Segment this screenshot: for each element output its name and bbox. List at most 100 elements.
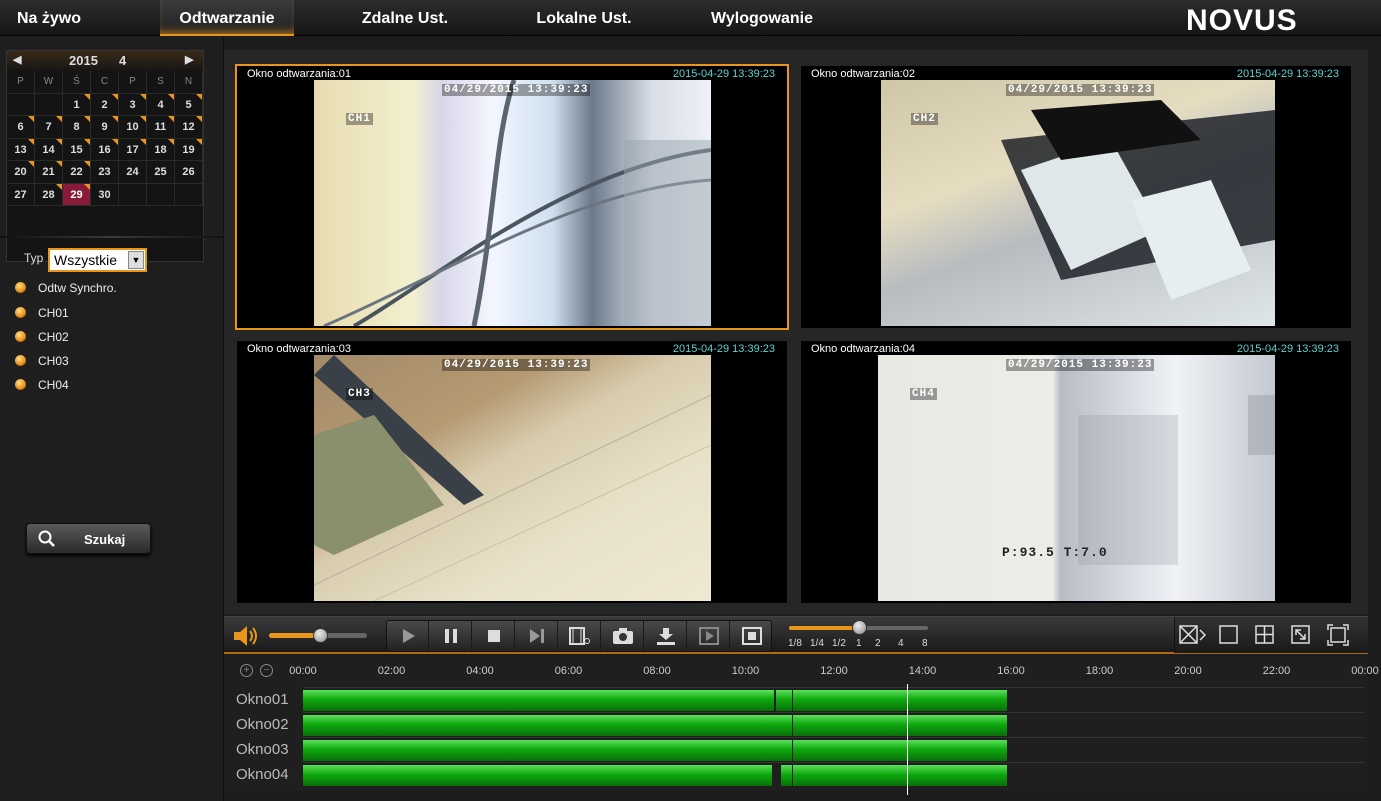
timeline-track[interactable] bbox=[303, 737, 1365, 762]
expand-icon[interactable] bbox=[1291, 625, 1311, 645]
playback-window-2[interactable]: Okno odtwarzania:02 2015-04-29 13:39:23 … bbox=[801, 66, 1351, 328]
calendar-day[interactable]: 25 bbox=[147, 161, 175, 184]
calendar-day[interactable]: 27 bbox=[7, 183, 35, 206]
timeline-track[interactable] bbox=[303, 762, 1365, 787]
recording-segment[interactable] bbox=[303, 690, 775, 711]
playback-window-3[interactable]: Okno odtwarzania:03 2015-04-29 13:39:23 … bbox=[237, 341, 787, 603]
calendar-day[interactable]: 1 bbox=[63, 93, 91, 116]
volume-icon[interactable] bbox=[233, 625, 259, 647]
play-button[interactable] bbox=[387, 621, 429, 651]
playback-window-4[interactable]: Okno odtwarzania:04 2015-04-29 13:39:23 … bbox=[801, 341, 1351, 603]
calendar-day[interactable]: 3 bbox=[119, 93, 147, 116]
calendar-day[interactable]: 15 bbox=[63, 138, 91, 161]
type-select-value: Wszystkie bbox=[54, 252, 117, 268]
play-frame-button[interactable] bbox=[688, 621, 730, 651]
speed-knob[interactable] bbox=[851, 620, 867, 635]
next-month-icon[interactable]: ▶ bbox=[185, 53, 193, 66]
camera-icon bbox=[612, 628, 633, 644]
calendar-day[interactable]: 6 bbox=[7, 116, 35, 139]
channel-label: CH03 bbox=[38, 354, 69, 368]
window-title: Okno odtwarzania:04 bbox=[811, 343, 915, 355]
single-view-icon[interactable] bbox=[1219, 625, 1239, 645]
speed-slider[interactable] bbox=[789, 620, 928, 635]
stop-all-button[interactable] bbox=[731, 621, 773, 651]
calendar-day[interactable]: 19 bbox=[175, 138, 203, 161]
search-icon bbox=[38, 530, 55, 547]
calendar-day[interactable]: 29 bbox=[63, 183, 91, 206]
zoom-out-icon[interactable]: − bbox=[260, 664, 273, 677]
channel-label: CH02 bbox=[38, 330, 69, 344]
calendar-day[interactable]: 17 bbox=[119, 138, 147, 161]
osd-channel: CH2 bbox=[911, 113, 938, 125]
prev-month-icon[interactable]: ◀ bbox=[13, 53, 21, 66]
pause-button[interactable] bbox=[430, 621, 472, 651]
recording-segment[interactable] bbox=[780, 765, 792, 786]
calendar-day[interactable]: 13 bbox=[7, 138, 35, 161]
nav-playback[interactable]: Odtwarzanie bbox=[160, 0, 294, 36]
timeline-cursor[interactable] bbox=[907, 684, 909, 795]
channel-ch01[interactable]: CH01 bbox=[15, 303, 69, 323]
calendar-day[interactable]: 4 bbox=[147, 93, 175, 116]
calendar-day[interactable]: 23 bbox=[91, 161, 119, 184]
volume-knob[interactable] bbox=[312, 628, 328, 643]
calendar-day[interactable]: 8 bbox=[63, 116, 91, 139]
nav-remote-settings[interactable]: Zdalne Ust. bbox=[345, 0, 465, 36]
download-button[interactable] bbox=[645, 621, 687, 651]
channel-ch02[interactable]: CH02 bbox=[15, 327, 69, 347]
stop-icon bbox=[487, 630, 500, 642]
recording-segment[interactable] bbox=[793, 765, 1007, 786]
recording-segment[interactable] bbox=[793, 690, 1007, 711]
calendar-day[interactable]: 28 bbox=[35, 183, 63, 206]
recording-segment[interactable] bbox=[303, 740, 792, 761]
calendar-day[interactable]: 18 bbox=[147, 138, 175, 161]
calendar-day[interactable]: 30 bbox=[91, 183, 119, 206]
nav-logout[interactable]: Wylogowanie bbox=[698, 0, 826, 36]
nav-live[interactable]: Na żywo bbox=[0, 0, 98, 36]
type-select[interactable]: Wszystkie ▼ bbox=[48, 248, 147, 272]
zoom-in-icon[interactable]: + bbox=[240, 664, 253, 677]
clip-button[interactable] bbox=[559, 621, 601, 651]
calendar-day[interactable]: 5 bbox=[175, 93, 203, 116]
calendar-day[interactable]: 10 bbox=[119, 116, 147, 139]
calendar-day[interactable]: 9 bbox=[91, 116, 119, 139]
calendar-day[interactable]: 26 bbox=[175, 161, 203, 184]
speed-label: 1 bbox=[856, 638, 862, 649]
chevron-down-icon[interactable]: ▼ bbox=[128, 251, 144, 269]
recording-segment[interactable] bbox=[793, 715, 1007, 736]
stop-button[interactable] bbox=[473, 621, 515, 651]
nav-local-settings[interactable]: Lokalne Ust. bbox=[520, 0, 648, 36]
recording-segment[interactable] bbox=[776, 690, 792, 711]
timeline[interactable]: + − 00:00 02:00 04:00 06:00 08:00 10:00 12:00 1… bbox=[224, 656, 1379, 795]
playback-window-1[interactable]: Okno odtwarzania:01 2015-04-29 13:39:23 … bbox=[235, 64, 789, 330]
calendar-day[interactable]: 7 bbox=[35, 116, 63, 139]
volume-slider[interactable] bbox=[269, 628, 367, 643]
recording-segment[interactable] bbox=[303, 715, 792, 736]
calendar-day[interactable]: 21 bbox=[35, 161, 63, 184]
channel-sync-playback[interactable]: Odtw Synchro. bbox=[15, 278, 117, 298]
recording-segment[interactable] bbox=[303, 765, 773, 786]
channel-ch04[interactable]: CH04 bbox=[15, 375, 69, 395]
calendar-day[interactable]: 16 bbox=[91, 138, 119, 161]
quad-view-icon[interactable] bbox=[1255, 625, 1275, 645]
timeline-track[interactable] bbox=[303, 687, 1365, 712]
snapshot-button[interactable] bbox=[602, 621, 644, 651]
calendar-day[interactable]: 11 bbox=[147, 116, 175, 139]
calendar-day[interactable]: 22 bbox=[63, 161, 91, 184]
close-all-windows-icon[interactable] bbox=[1179, 625, 1207, 645]
calendar-day[interactable]: 24 bbox=[119, 161, 147, 184]
calendar-day[interactable]: 2 bbox=[91, 93, 119, 116]
weekday-header: S bbox=[147, 71, 175, 94]
channel-ch03[interactable]: CH03 bbox=[15, 351, 69, 371]
hour-label: 22:00 bbox=[1262, 665, 1291, 677]
next-frame-button[interactable] bbox=[516, 621, 558, 651]
calendar-day[interactable]: 20 bbox=[7, 161, 35, 184]
timeline-track[interactable] bbox=[303, 712, 1365, 737]
search-button[interactable]: Szukaj bbox=[26, 523, 151, 554]
fullscreen-icon[interactable] bbox=[1327, 624, 1349, 646]
calendar-year: 2015 bbox=[69, 53, 98, 68]
camera-image bbox=[314, 355, 711, 601]
calendar-day[interactable]: 14 bbox=[35, 138, 63, 161]
speed-label: 1/8 bbox=[788, 638, 802, 649]
calendar-day[interactable]: 12 bbox=[175, 116, 203, 139]
recording-segment[interactable] bbox=[793, 740, 1007, 761]
